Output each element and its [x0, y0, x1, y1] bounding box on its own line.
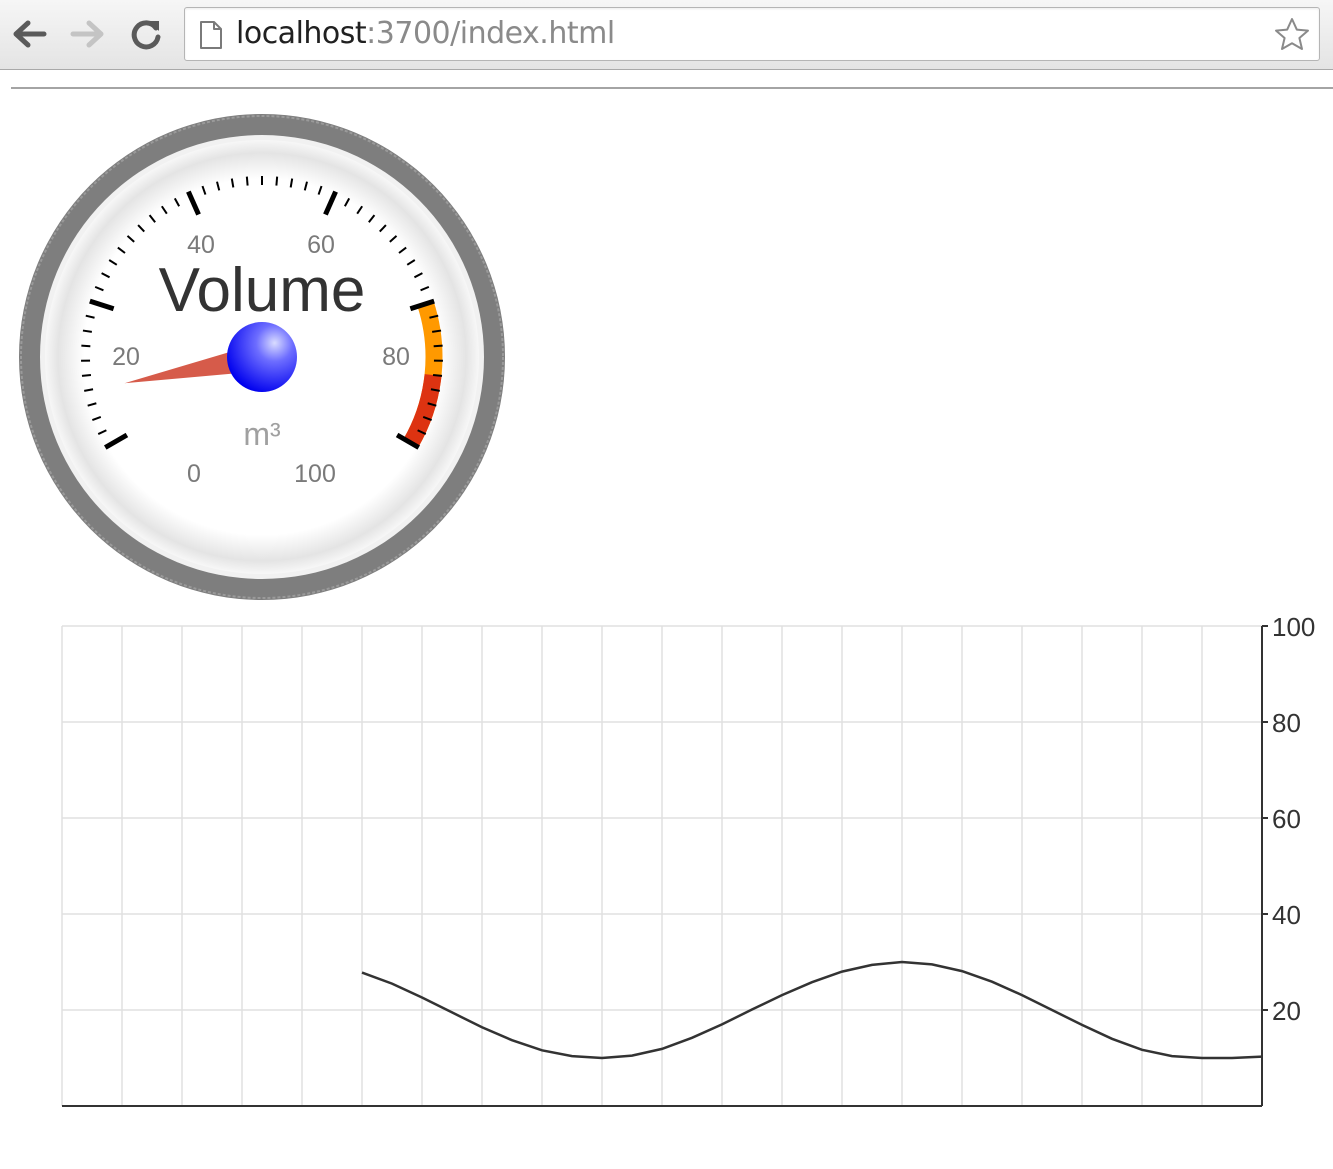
gauge-number-60: 60	[307, 231, 335, 259]
gauge-number-80: 80	[382, 343, 410, 371]
gauge-minor-tick	[433, 344, 443, 348]
reload-icon	[131, 20, 161, 50]
y-tick-label-60: 60	[1272, 804, 1301, 834]
page-icon	[200, 21, 222, 49]
browser-toolbar: localhost:3700/index.html	[0, 0, 1333, 70]
gauge-number-20: 20	[112, 343, 140, 371]
y-tick-label-40: 40	[1272, 900, 1301, 930]
forward-arrow-icon	[70, 20, 104, 48]
star-icon[interactable]	[1273, 16, 1311, 54]
gauge-minor-tick	[432, 373, 443, 377]
back-arrow-icon	[13, 20, 47, 48]
gauge-minor-tick	[82, 329, 92, 333]
gauge-number-40: 40	[187, 231, 215, 259]
gauge-minor-tick	[432, 329, 442, 333]
gauge-minor-tick	[245, 176, 249, 186]
gauge-number-100: 100	[294, 460, 336, 488]
gauge-minor-tick	[81, 344, 91, 348]
gauge-minor-tick	[275, 176, 279, 186]
url-path: :3700/index.html	[366, 16, 615, 51]
gauge-title: Volume	[159, 256, 366, 325]
chart-grid	[61, 625, 1263, 1106]
y-tick-label-80: 80	[1272, 708, 1301, 738]
y-tick-label-100: 100	[1272, 612, 1315, 642]
horizontal-rule	[11, 87, 1333, 89]
url-host: localhost	[236, 16, 367, 51]
y-tick-labels: 20 40 60 80 100	[1262, 612, 1315, 1026]
line-chart: 20 40 60 80 100	[61, 612, 1315, 1107]
forward-button[interactable]	[67, 14, 107, 54]
address-bar[interactable]: localhost:3700/index.html	[184, 7, 1320, 61]
back-button[interactable]	[10, 14, 50, 54]
reload-button[interactable]	[126, 14, 166, 54]
url-text: localhost:3700/index.html	[236, 17, 615, 51]
volume-gauge: 0 20 40 60 80 100 Volume m³	[19, 114, 505, 600]
gauge-minor-tick	[81, 373, 92, 377]
y-tick-label-20: 20	[1272, 996, 1301, 1026]
gauge-units: m³	[243, 416, 281, 452]
gauge-number-0: 0	[187, 460, 201, 488]
gauge-hub	[227, 322, 297, 392]
